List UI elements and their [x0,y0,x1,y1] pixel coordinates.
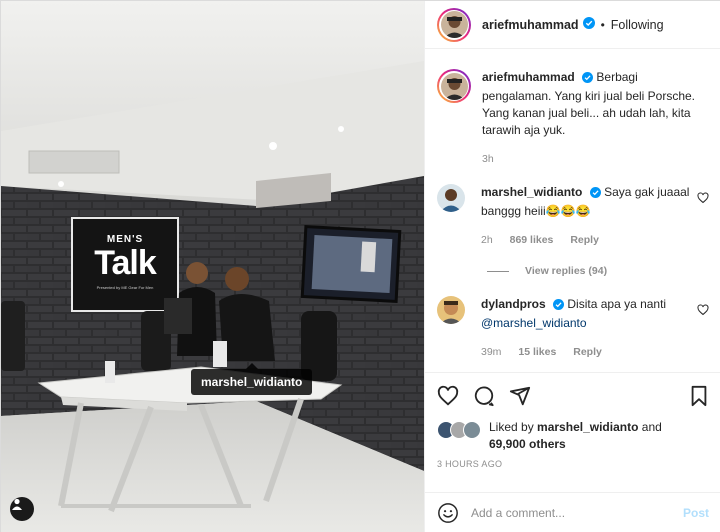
likes-others[interactable]: 69,900 others [489,437,566,451]
caption-meta: 3h [482,151,709,168]
user-tag-label[interactable]: marshel_widianto [191,363,313,395]
studio-photo-illustration [1,1,424,532]
emoji-icon[interactable] [437,502,459,524]
caption-body: ariefmuhammad Berbagi pengalaman. Yang k… [482,69,709,168]
reply-button[interactable]: Reply [570,234,599,246]
heart-icon[interactable] [437,385,459,407]
caption-time: 3h [482,153,494,165]
view-replies-label: View replies (94) [525,265,608,277]
mens-talk-sign: MEN'S Talk Presented by ME Gear For Men [74,220,176,309]
verified-icon [589,186,601,203]
following-button[interactable]: Following [611,18,664,32]
author-username[interactable]: ariefmuhammad [482,18,579,32]
comment-input[interactable] [471,506,683,520]
add-comment-bar: Post [425,492,720,532]
likes-user[interactable]: marshel_widianto [537,420,638,434]
post-button[interactable]: Post [683,506,709,520]
sign-subtitle: Presented by ME Gear For Men [96,285,154,290]
tag-user-icon[interactable] [10,497,34,521]
post-photo[interactable]: MEN'S Talk Presented by ME Gear For Men … [1,1,424,532]
comment-meta: 2h 869 likes Reply [481,232,691,249]
caption-username[interactable]: ariefmuhammad [482,70,575,84]
likes-summary: Liked by marshel_widianto and 69,900 oth… [437,419,709,453]
action-bar [437,373,709,419]
caption-comment: ariefmuhammad Berbagi pengalaman. Yang k… [437,69,709,168]
author-avatar[interactable] [437,7,471,42]
comment-item: dylandpros Disita apa ya nanti @marshel_… [437,296,709,361]
verified-icon [553,298,565,315]
comment-username[interactable]: dylandpros [481,297,546,311]
reply-button[interactable]: Reply [573,346,602,358]
bookmark-icon[interactable] [689,385,709,407]
comment-body: marshel_widianto Saya gak juaaal banggg … [481,184,709,249]
heart-icon[interactable] [697,304,709,319]
comment-likes[interactable]: 15 likes [518,346,556,358]
comment-meta: 39m 15 likes Reply [481,344,691,361]
share-icon[interactable] [509,385,531,407]
comment-time: 39m [481,346,502,358]
comments-list[interactable]: ariefmuhammad Berbagi pengalaman. Yang k… [425,50,720,372]
liked-avatars [437,421,483,441]
post-modal: MEN'S Talk Presented by ME Gear For Men … [0,0,720,532]
commenter-avatar[interactable] [437,296,465,324]
comment-likes[interactable]: 869 likes [510,234,554,246]
heart-icon[interactable] [697,192,709,207]
caption-avatar[interactable] [437,69,471,103]
comment-username[interactable]: marshel_widianto [481,185,582,199]
post-side-panel: ariefmuhammad • Following ariefmuhammad … [424,1,720,532]
comment-mention[interactable]: @marshel_widianto [481,316,587,330]
post-header: ariefmuhammad • Following [425,1,720,49]
post-timestamp: 3 HOURS AGO [437,459,503,469]
view-replies-line [487,270,509,272]
likes-connector: and [641,420,662,434]
sign-line-2: Talk [94,244,157,282]
comment-text: Disita apa ya nanti [567,297,667,311]
comment-icon[interactable] [473,385,495,407]
comment-time: 2h [481,234,493,246]
post-actions: Liked by marshel_widianto and 69,900 oth… [425,372,720,469]
liked-avatar [463,421,481,439]
comment-body: dylandpros Disita apa ya nanti @marshel_… [481,296,709,361]
commenter-avatar[interactable] [437,184,465,212]
verified-icon [582,17,595,32]
likes-prefix: Liked by [489,420,534,434]
comment-item: marshel_widianto Saya gak juaaal banggg … [437,184,709,249]
header-separator: • [600,17,605,32]
verified-icon [582,71,594,88]
likes-text: Liked by marshel_widianto and 69,900 oth… [489,419,662,453]
view-replies-button[interactable]: View replies (94) [487,265,709,277]
